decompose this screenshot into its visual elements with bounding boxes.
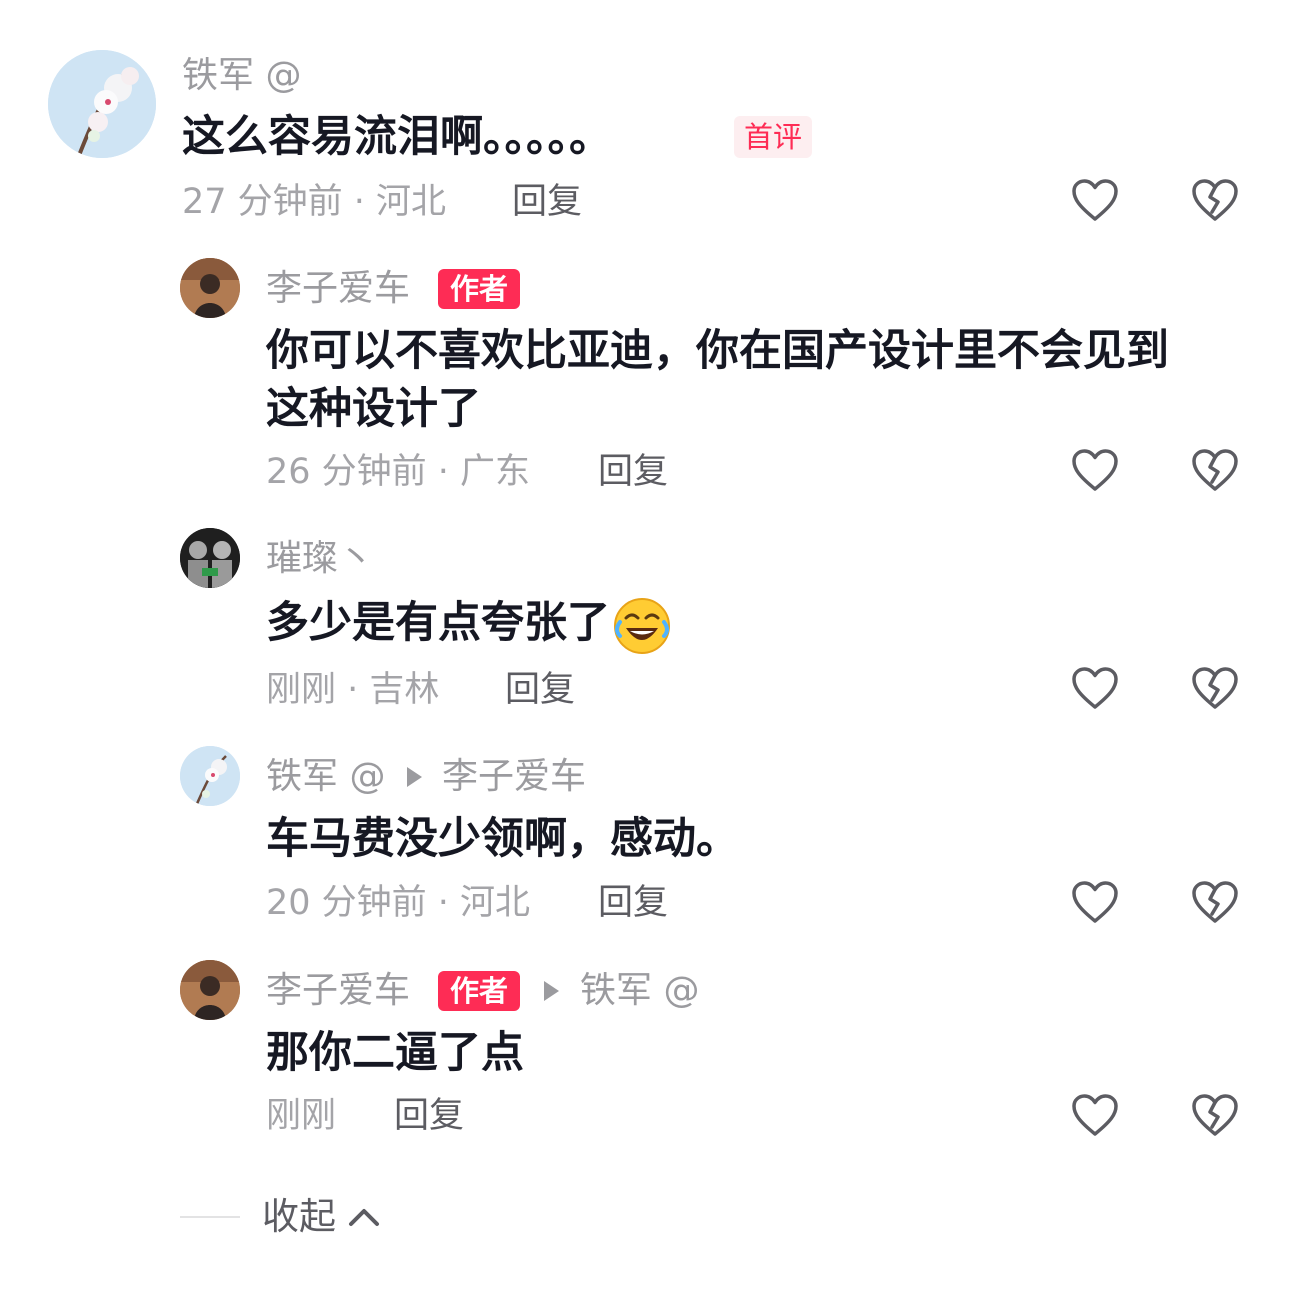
avatar[interactable]: [48, 50, 156, 158]
comment-text-line: 这种设计了: [266, 384, 481, 434]
reply-button[interactable]: 回复: [394, 1094, 464, 1138]
reply-button[interactable]: 回复: [505, 668, 575, 712]
broken-heart-icon[interactable]: [1191, 1093, 1239, 1137]
first-comment-badge: 首评: [734, 116, 813, 158]
reply-button[interactable]: 回复: [512, 180, 582, 224]
comment-text: 那你二逼了点: [266, 1024, 524, 1082]
comment-text: 你可以不喜欢比亚迪，你在国产设计里不会见到 这种设计了: [266, 322, 1256, 438]
comment-time-location: 刚刚: [266, 1096, 337, 1136]
reply-button[interactable]: 回复: [598, 881, 668, 925]
heart-outline-icon[interactable]: [1071, 1093, 1119, 1137]
comment-username[interactable]: 铁军 @: [182, 54, 301, 98]
rolling-on-floor-laughing-emoji: [614, 597, 670, 654]
author-badge: 作者: [438, 269, 521, 309]
comment-text: 这么容易流泪啊。。。。。: [182, 108, 612, 166]
author-badge: 作者: [438, 971, 521, 1011]
collapse-divider: [180, 1216, 240, 1218]
avatar[interactable]: [180, 746, 240, 806]
play-arrow-icon: [544, 981, 559, 1001]
heart-outline-icon[interactable]: [1071, 880, 1119, 924]
chevron-up-icon[interactable]: [346, 1202, 382, 1230]
reply-target-username[interactable]: 铁军 @: [580, 969, 699, 1013]
broken-heart-icon[interactable]: [1191, 880, 1239, 924]
comment-username[interactable]: 铁军 @: [266, 755, 385, 799]
comment-text-line: 你可以不喜欢比亚迪，你在国产设计里不会见到: [266, 326, 1169, 376]
comment-username[interactable]: 璀璨丶: [266, 537, 374, 581]
broken-heart-icon[interactable]: [1191, 666, 1239, 710]
comment-text-body: 这么容易流泪啊。。。。。: [182, 112, 612, 162]
comment-text: 车马费没少领啊，感动。: [266, 810, 739, 868]
comment-text-body: 车马费没少领啊，感动。: [266, 814, 739, 864]
broken-heart-icon[interactable]: [1191, 448, 1239, 492]
comment-text: 多少是有点夸张了: [266, 594, 672, 656]
comment-time-location: 26 分钟前 · 广东: [266, 452, 531, 492]
comment-time-location: 刚刚 · 吉林: [266, 670, 440, 710]
comment-time-location: 20 分钟前 · 河北: [266, 883, 531, 923]
heart-outline-icon[interactable]: [1071, 448, 1119, 492]
avatar[interactable]: [180, 960, 240, 1020]
heart-outline-icon[interactable]: [1071, 666, 1119, 710]
comment-username[interactable]: 李子爱车: [266, 267, 410, 311]
comment-text-body: 多少是有点夸张了: [266, 598, 610, 648]
reply-button[interactable]: 回复: [598, 450, 668, 494]
play-arrow-icon: [407, 767, 422, 787]
broken-heart-icon[interactable]: [1191, 178, 1239, 222]
reply-target-username[interactable]: 李子爱车: [442, 755, 586, 799]
avatar[interactable]: [180, 528, 240, 588]
heart-outline-icon[interactable]: [1071, 178, 1119, 222]
avatar[interactable]: [180, 258, 240, 318]
comment-text-body: 那你二逼了点: [266, 1028, 524, 1078]
comment-time-location: 27 分钟前 · 河北: [182, 182, 447, 222]
comment-username[interactable]: 李子爱车: [266, 969, 410, 1013]
collapse-replies-button[interactable]: 收起: [262, 1194, 336, 1240]
